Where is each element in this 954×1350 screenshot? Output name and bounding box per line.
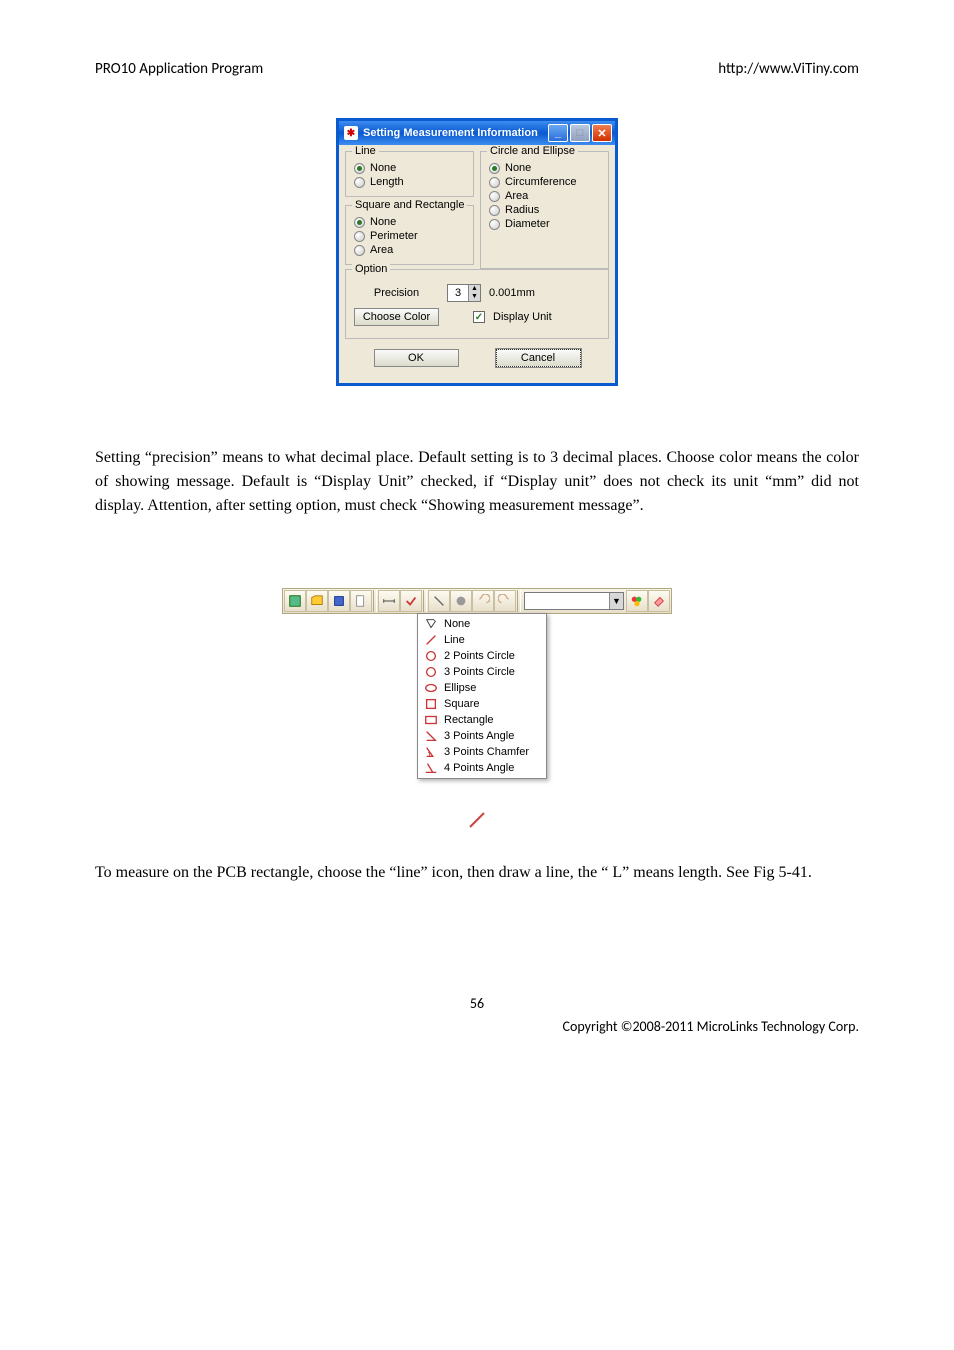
dialog-titlebar: ✱ Setting Measurement Information _ □ ✕ bbox=[339, 121, 615, 145]
measurement-dropdown[interactable]: None Line 2 Points Circle 3 Points Circl… bbox=[417, 613, 547, 779]
radio-sq-perimeter[interactable] bbox=[354, 231, 365, 242]
legend-option: Option bbox=[352, 263, 390, 275]
tool-btn-undo[interactable] bbox=[472, 590, 494, 612]
close-button[interactable]: ✕ bbox=[592, 124, 612, 142]
tool-btn-3[interactable] bbox=[328, 590, 350, 612]
radio-label: Area bbox=[370, 244, 393, 256]
precision-value: 3 bbox=[448, 285, 468, 301]
group-line: Line None Length bbox=[345, 151, 474, 197]
radio-ci-area[interactable] bbox=[489, 191, 500, 202]
radio-label: Area bbox=[505, 190, 528, 202]
tool-btn-eraser[interactable] bbox=[648, 590, 670, 612]
tool-btn-redo[interactable] bbox=[494, 590, 516, 612]
radio-line-none[interactable] bbox=[354, 163, 365, 174]
app-icon: ✱ bbox=[344, 126, 358, 140]
footer-copyright: Copyright ©2008-2011 MicroLinks Technolo… bbox=[95, 1018, 859, 1035]
tool-btn-check[interactable] bbox=[400, 590, 422, 612]
settings-dialog: ✱ Setting Measurement Information _ □ ✕ … bbox=[336, 118, 618, 386]
tool-btn-4[interactable] bbox=[350, 590, 372, 612]
tool-btn-2[interactable] bbox=[306, 590, 328, 612]
body-paragraph-2: To measure on the PCB rectangle, choose … bbox=[95, 861, 859, 885]
radio-label: None bbox=[505, 162, 531, 174]
minimize-button[interactable]: _ bbox=[548, 124, 568, 142]
radio-label: Diameter bbox=[505, 218, 550, 230]
dd-4pangle[interactable]: 4 Points Angle bbox=[418, 760, 546, 776]
radio-ci-radius[interactable] bbox=[489, 205, 500, 216]
dd-2pcircle[interactable]: 2 Points Circle bbox=[418, 648, 546, 664]
radio-sq-area[interactable] bbox=[354, 245, 365, 256]
precision-unit: 0.001mm bbox=[489, 287, 535, 299]
radio-label: Radius bbox=[505, 204, 539, 216]
tool-btn-ruler[interactable] bbox=[378, 590, 400, 612]
maximize-button: □ bbox=[570, 124, 590, 142]
legend-line: Line bbox=[352, 145, 379, 157]
choose-color-button[interactable]: Choose Color bbox=[354, 308, 439, 326]
tool-btn-color[interactable] bbox=[626, 590, 648, 612]
radio-ci-diameter[interactable] bbox=[489, 219, 500, 230]
legend-circle: Circle and Ellipse bbox=[487, 145, 578, 157]
legend-square: Square and Rectangle bbox=[352, 199, 467, 211]
dd-line[interactable]: Line bbox=[418, 632, 546, 648]
tool-btn-1[interactable] bbox=[284, 590, 306, 612]
dd-square[interactable]: Square bbox=[418, 696, 546, 712]
page-number: 56 bbox=[95, 995, 859, 1012]
radio-ci-circ[interactable] bbox=[489, 177, 500, 188]
display-unit-checkbox[interactable]: ✓ bbox=[473, 311, 485, 323]
dd-3pcircle[interactable]: 3 Points Circle bbox=[418, 664, 546, 680]
group-square: Square and Rectangle None Perimeter Area bbox=[345, 205, 474, 265]
toolbar: ▼ bbox=[282, 588, 672, 614]
tool-btn-cursor[interactable] bbox=[428, 590, 450, 612]
radio-sq-none[interactable] bbox=[354, 217, 365, 228]
dd-ellipse[interactable]: Ellipse bbox=[418, 680, 546, 696]
dd-3pangle[interactable]: 3 Points Angle bbox=[418, 728, 546, 744]
radio-label: None bbox=[370, 162, 396, 174]
radio-line-length[interactable] bbox=[354, 177, 365, 188]
group-option: Option Precision 3 ▲▼ 0.001mm Choose Col… bbox=[345, 269, 609, 339]
ok-button[interactable]: OK bbox=[374, 349, 459, 367]
radio-label: None bbox=[370, 216, 396, 228]
radio-label: Length bbox=[370, 176, 404, 188]
radio-label: Perimeter bbox=[370, 230, 418, 242]
line-tool-icon bbox=[95, 809, 859, 831]
dd-none[interactable]: None bbox=[418, 616, 546, 632]
dd-3pchamfer[interactable]: 3 Points Chamfer bbox=[418, 744, 546, 760]
precision-label: Precision bbox=[354, 287, 439, 299]
toolbar-combo[interactable]: ▼ bbox=[524, 592, 624, 610]
group-circle: Circle and Ellipse None Circumference Ar… bbox=[480, 151, 609, 269]
dd-rectangle[interactable]: Rectangle bbox=[418, 712, 546, 728]
header-left: PRO10 Application Program bbox=[95, 60, 263, 78]
radio-label: Circumference bbox=[505, 176, 577, 188]
body-paragraph-1: Setting “precision” means to what decima… bbox=[95, 446, 859, 518]
header-right: http://www.ViTiny.com bbox=[718, 60, 859, 78]
display-unit-label: Display Unit bbox=[493, 311, 552, 323]
precision-spinner[interactable]: 3 ▲▼ bbox=[447, 284, 481, 302]
tool-btn-disc[interactable] bbox=[450, 590, 472, 612]
radio-ci-none[interactable] bbox=[489, 163, 500, 174]
cancel-button[interactable]: Cancel bbox=[496, 349, 581, 367]
dialog-title: Setting Measurement Information bbox=[363, 127, 538, 139]
